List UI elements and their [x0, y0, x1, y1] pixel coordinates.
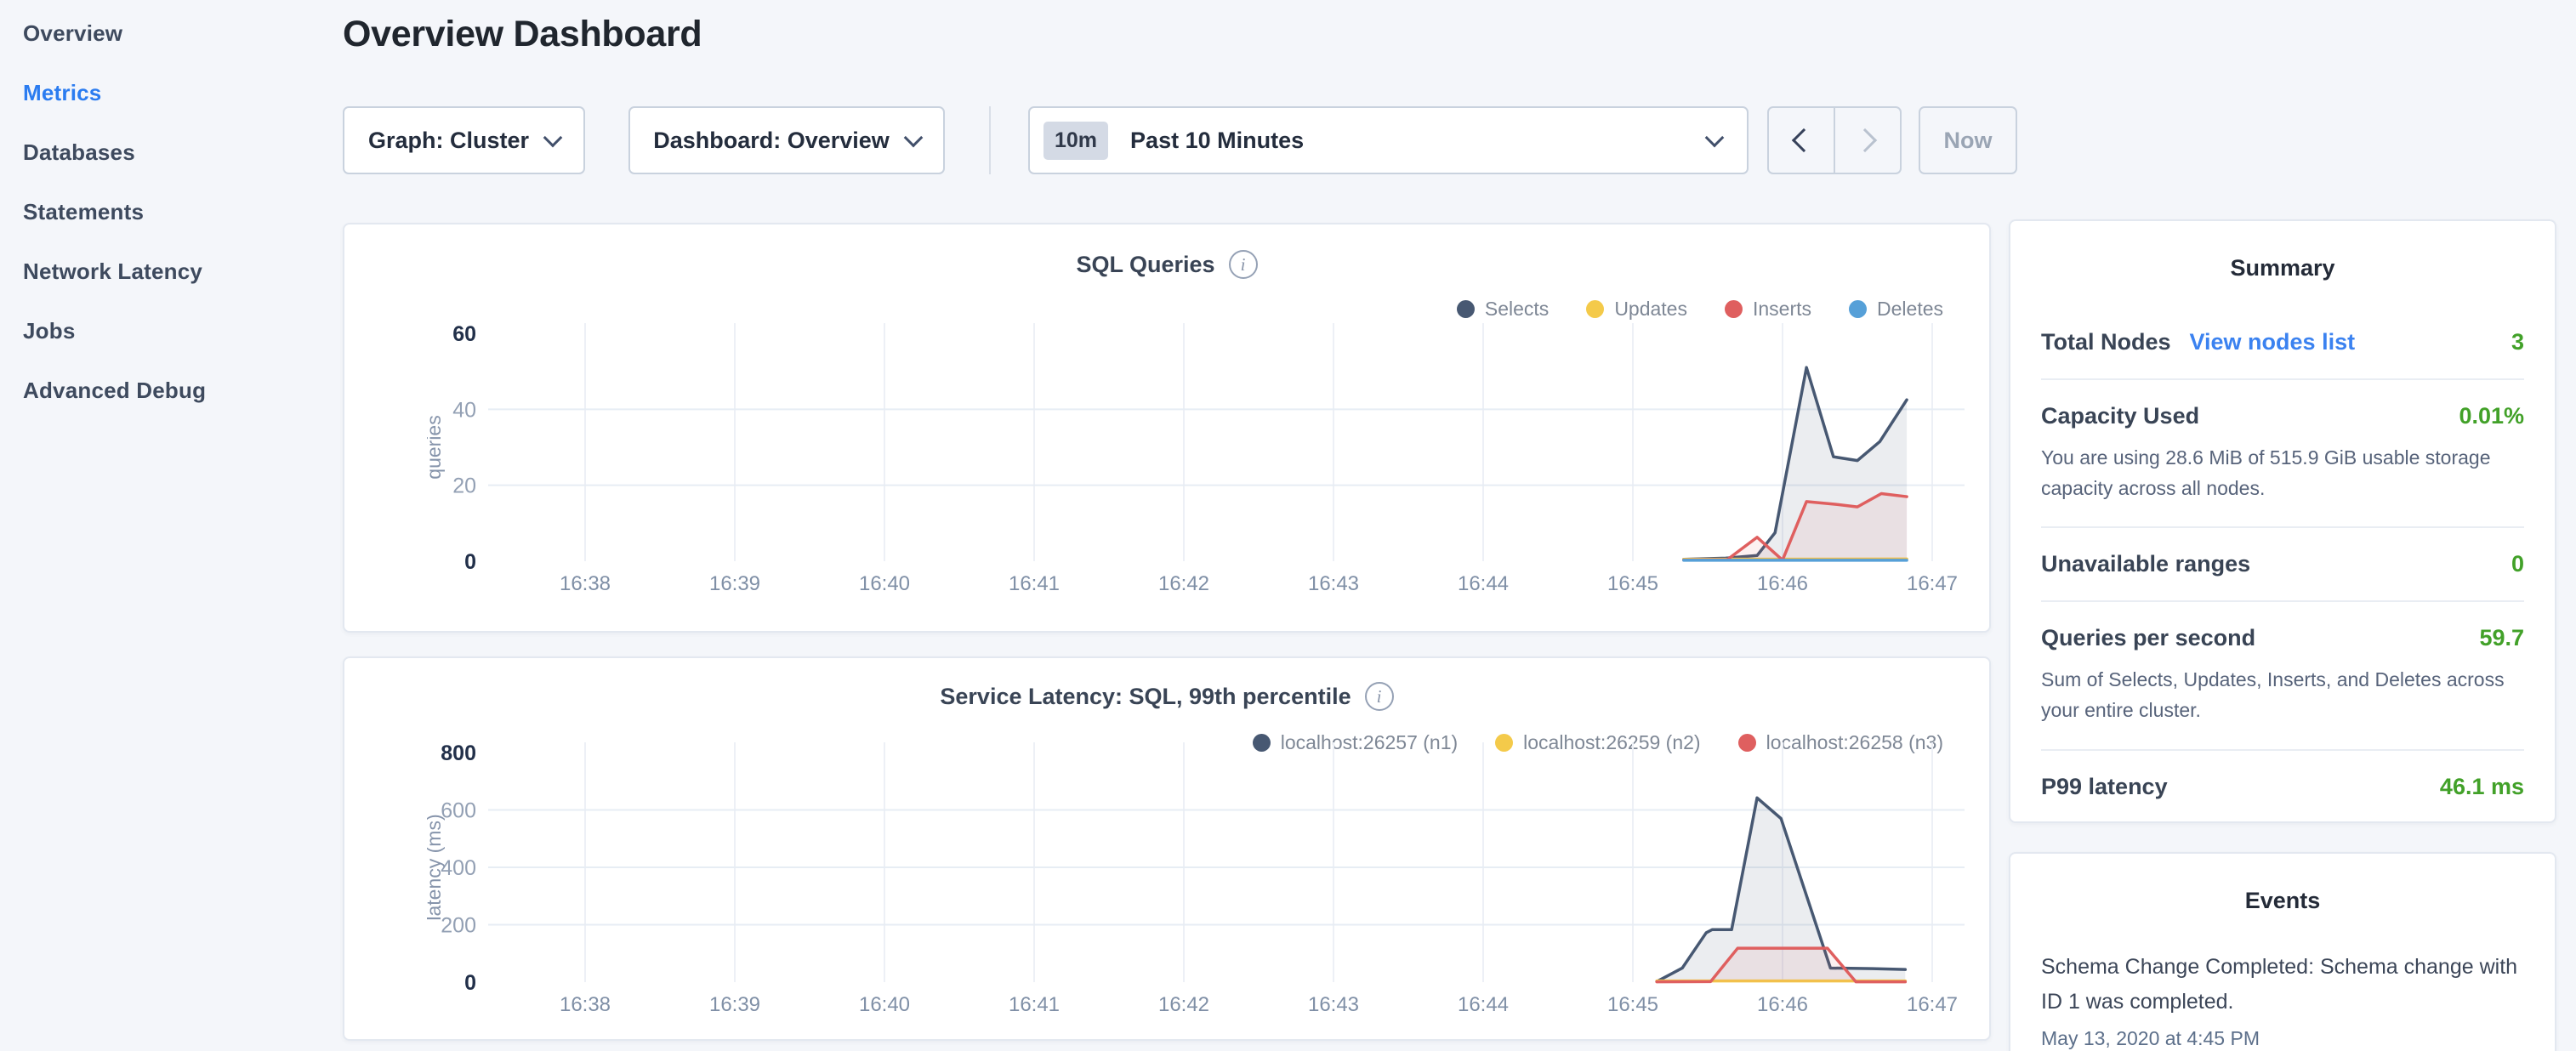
chevron-left-icon — [1792, 128, 1816, 152]
svg-text:16:40: 16:40 — [859, 993, 910, 1016]
sidebar-item-jobs[interactable]: Jobs — [23, 319, 329, 343]
svg-text:queries: queries — [427, 415, 445, 479]
view-nodes-list-link[interactable]: View nodes list — [2190, 329, 2356, 355]
events-title: Events — [2041, 888, 2524, 914]
svg-text:16:40: 16:40 — [859, 572, 910, 595]
summary-row-total-nodes: Total Nodes View nodes list 3 — [2041, 329, 2524, 378]
legend-dot-icon — [1725, 300, 1743, 318]
time-range-label: Past 10 Minutes — [1130, 128, 1708, 154]
summary-value: 46.1 ms — [2440, 774, 2524, 800]
summary-value: 0 — [2511, 551, 2524, 577]
sidebar-item-overview[interactable]: Overview — [23, 21, 329, 45]
svg-text:16:47: 16:47 — [1907, 572, 1958, 595]
time-window-back-button[interactable] — [1769, 108, 1834, 173]
time-window-pager — [1767, 106, 1902, 174]
sidebar-item-advanced-debug[interactable]: Advanced Debug — [23, 378, 329, 402]
summary-label: Capacity Used — [2041, 403, 2199, 429]
summary-row-capacity-used: Capacity Used 0.01% You are using 28.6 M… — [2041, 378, 2524, 526]
svg-text:16:42: 16:42 — [1158, 572, 1209, 595]
svg-text:16:43: 16:43 — [1308, 572, 1359, 595]
svg-text:latency (ms): latency (ms) — [427, 814, 445, 920]
legend-dot-icon — [1849, 300, 1867, 318]
summary-label: Queries per second — [2041, 625, 2255, 651]
svg-text:60: 60 — [452, 322, 476, 346]
svg-text:40: 40 — [452, 398, 476, 422]
controls-divider — [989, 106, 991, 174]
event-message: Schema Change Completed: Schema change w… — [2041, 950, 2524, 1020]
sql-queries-chart-title: SQL Queries — [1076, 252, 1214, 278]
sidebar-item-metrics[interactable]: Metrics — [23, 81, 329, 105]
svg-text:16:45: 16:45 — [1607, 993, 1658, 1016]
chevron-down-icon — [903, 128, 923, 148]
svg-text:16:47: 16:47 — [1907, 993, 1958, 1016]
svg-text:16:39: 16:39 — [709, 572, 760, 595]
svg-text:16:43: 16:43 — [1308, 993, 1359, 1016]
dashboard-dropdown-label: Dashboard: Overview — [653, 128, 890, 154]
summary-label: P99 latency — [2041, 774, 2168, 800]
svg-text:16:42: 16:42 — [1158, 993, 1209, 1016]
chevron-down-icon — [543, 128, 563, 148]
svg-text:200: 200 — [441, 914, 476, 938]
svg-text:400: 400 — [441, 856, 476, 880]
svg-text:16:46: 16:46 — [1757, 993, 1808, 1016]
summary-value: 0.01% — [2459, 403, 2524, 429]
svg-text:16:38: 16:38 — [560, 993, 611, 1016]
summary-value: 3 — [2511, 329, 2524, 355]
events-panel: Events Schema Change Completed: Schema c… — [2009, 852, 2556, 1051]
sql-queries-chart-card: SQL Queries Selects Updates Inserts Dele… — [343, 223, 1991, 633]
svg-text:16:38: 16:38 — [560, 572, 611, 595]
graph-scope-dropdown-label: Graph: Cluster — [368, 128, 529, 154]
sidebar-item-databases[interactable]: Databases — [23, 140, 329, 164]
graph-scope-dropdown[interactable]: Graph: Cluster — [343, 106, 585, 174]
summary-row-queries-per-second: Queries per second 59.7 Sum of Selects, … — [2041, 600, 2524, 748]
legend-dot-icon — [1586, 300, 1604, 318]
svg-text:16:41: 16:41 — [1009, 993, 1060, 1016]
svg-text:0: 0 — [464, 550, 476, 574]
sidebar-item-statements[interactable]: Statements — [23, 200, 329, 224]
summary-description: You are using 28.6 MiB of 515.9 GiB usab… — [2041, 443, 2524, 503]
summary-label: Unavailable ranges — [2041, 551, 2250, 577]
service-latency-plot[interactable]: 16:38 16:39 16:40 16:41 16:42 16:43 16:44 16:45… — [427, 740, 1966, 1037]
svg-text:600: 600 — [441, 799, 476, 823]
time-range-badge: 10m — [1043, 122, 1108, 160]
summary-value: 59.7 — [2479, 625, 2524, 651]
summary-description: Sum of Selects, Updates, Inserts, and De… — [2041, 665, 2524, 725]
sidebar: Overview Metrics Databases Statements Ne… — [23, 21, 329, 438]
sidebar-item-network-latency[interactable]: Network Latency — [23, 259, 329, 283]
time-window-forward-button[interactable] — [1834, 108, 1900, 173]
svg-text:16:44: 16:44 — [1458, 572, 1509, 595]
event-timestamp: May 13, 2020 at 4:45 PM — [2041, 1027, 2524, 1050]
db-console-metrics-page: { "sidebar": { "items": [ {"label": "Ove… — [0, 0, 2576, 1051]
svg-text:16:44: 16:44 — [1458, 993, 1509, 1016]
summary-panel: Summary Total Nodes View nodes list 3 Ca… — [2009, 219, 2556, 823]
info-icon[interactable] — [1365, 682, 1394, 711]
dashboard-controls: Graph: Cluster Dashboard: Overview 10m P… — [343, 106, 2017, 174]
svg-text:20: 20 — [452, 474, 476, 498]
dashboard-dropdown[interactable]: Dashboard: Overview — [628, 106, 945, 174]
summary-row-p99-latency: P99 latency 46.1 ms — [2041, 749, 2524, 823]
summary-label: Total Nodes — [2041, 329, 2171, 355]
service-latency-chart-title: Service Latency: SQL, 99th percentile — [940, 684, 1351, 710]
summary-row-unavailable-ranges: Unavailable ranges 0 — [2041, 526, 2524, 600]
legend-dot-icon — [1457, 300, 1475, 318]
page-title: Overview Dashboard — [343, 14, 702, 55]
svg-text:16:41: 16:41 — [1009, 572, 1060, 595]
svg-text:16:45: 16:45 — [1607, 572, 1658, 595]
service-latency-chart-card: Service Latency: SQL, 99th percentile lo… — [343, 656, 1991, 1041]
now-button[interactable]: Now — [1919, 106, 2017, 174]
svg-text:800: 800 — [441, 741, 476, 765]
time-range-dropdown[interactable]: 10m Past 10 Minutes — [1028, 106, 1749, 174]
chevron-right-icon — [1853, 128, 1877, 152]
chevron-down-icon — [1705, 128, 1725, 148]
svg-text:16:46: 16:46 — [1757, 572, 1808, 595]
event-list-item[interactable]: Schema Change Completed: Schema change w… — [2041, 950, 2524, 1050]
svg-text:0: 0 — [464, 971, 476, 995]
info-icon[interactable] — [1229, 250, 1258, 279]
svg-text:16:39: 16:39 — [709, 993, 760, 1016]
sql-queries-plot[interactable]: 16:38 16:39 16:40 16:41 16:42 16:43 16:44 16:45… — [427, 316, 1966, 622]
summary-title: Summary — [2041, 255, 2524, 281]
